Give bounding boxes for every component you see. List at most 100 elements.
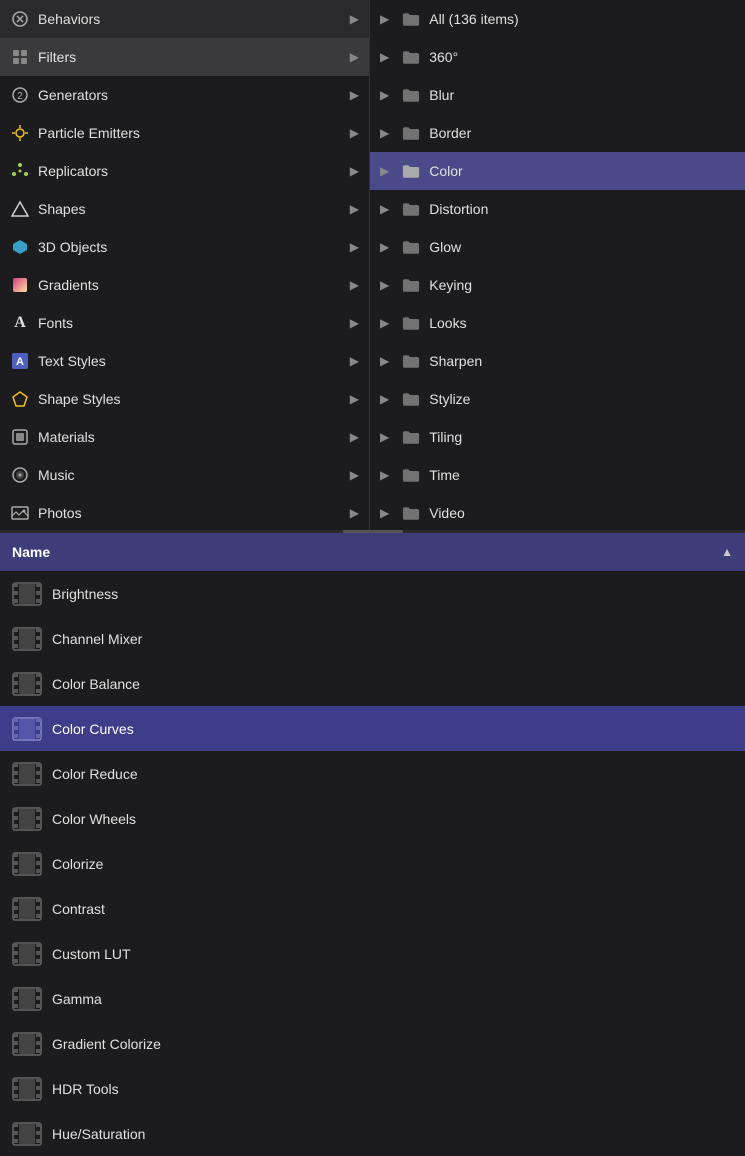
list-item-hdr-tools[interactable]: HDR Tools — [0, 1066, 745, 1111]
distortion-folder-icon — [401, 201, 421, 217]
right-item-color[interactable]: ▶ Color — [370, 152, 745, 190]
right-item-time-label: Time — [429, 467, 460, 483]
replicators-arrow: ▶ — [350, 164, 359, 178]
list-item-color-wheels[interactable]: Color Wheels — [0, 796, 745, 841]
list-item-gamma[interactable]: Gamma — [0, 976, 745, 1021]
sidebar-item-replicators-label: Replicators — [38, 163, 342, 179]
right-item-sharpen[interactable]: ▶ Sharpen — [370, 342, 745, 380]
list-item-hue-saturation[interactable]: Hue/Saturation — [0, 1111, 745, 1156]
sidebar-item-3d-objects[interactable]: 3D Objects ▶ — [0, 228, 369, 266]
sidebar-item-shape-styles-label: Shape Styles — [38, 391, 342, 407]
border-folder-icon — [401, 125, 421, 141]
sidebar-item-replicators[interactable]: Replicators ▶ — [0, 152, 369, 190]
video-folder-icon — [401, 505, 421, 521]
shape-styles-icon — [10, 389, 30, 409]
360-folder-icon — [401, 49, 421, 65]
materials-icon — [10, 427, 30, 447]
gamma-label: Gamma — [52, 991, 102, 1007]
sidebar-item-text-styles[interactable]: A Text Styles ▶ — [0, 342, 369, 380]
sidebar-item-particle-emitters[interactable]: Particle Emitters ▶ — [0, 114, 369, 152]
text-styles-arrow: ▶ — [350, 354, 359, 368]
shapes-icon — [10, 199, 30, 219]
filters-arrow: ▶ — [350, 50, 359, 64]
color-reduce-film-icon — [12, 761, 42, 787]
right-item-border[interactable]: ▶ Border — [370, 114, 745, 152]
materials-arrow: ▶ — [350, 430, 359, 444]
color-arrow: ▶ — [380, 164, 389, 178]
list-item-contrast[interactable]: Contrast — [0, 886, 745, 931]
right-item-glow-label: Glow — [429, 239, 461, 255]
color-folder-icon — [401, 163, 421, 179]
right-item-tiling[interactable]: ▶ Tiling — [370, 418, 745, 456]
stylize-folder-icon — [401, 391, 421, 407]
keying-arrow: ▶ — [380, 278, 389, 292]
sidebar-item-generators-label: Generators — [38, 87, 342, 103]
sidebar-item-shape-styles[interactable]: Shape Styles ▶ — [0, 380, 369, 418]
list-item-custom-lut[interactable]: Custom LUT — [0, 931, 745, 976]
right-item-glow[interactable]: ▶ Glow — [370, 228, 745, 266]
gradient-colorize-film-icon — [12, 1031, 42, 1057]
sidebar-item-photos[interactable]: Photos ▶ — [0, 494, 369, 530]
right-item-distortion[interactable]: ▶ Distortion — [370, 190, 745, 228]
sidebar-item-filters[interactable]: Filters ▶ — [0, 38, 369, 76]
right-item-360[interactable]: ▶ 360° — [370, 38, 745, 76]
list-item-brightness[interactable]: Brightness — [0, 571, 745, 616]
right-item-time[interactable]: ▶ Time — [370, 456, 745, 494]
sidebar-item-generators[interactable]: 2 Generators ▶ — [0, 76, 369, 114]
right-item-color-label: Color — [429, 163, 462, 179]
hue-saturation-label: Hue/Saturation — [52, 1126, 145, 1142]
text-styles-icon: A — [10, 351, 30, 371]
gamma-film-icon — [12, 986, 42, 1012]
sidebar-item-filters-label: Filters — [38, 49, 342, 65]
sidebar-item-shapes[interactable]: Shapes ▶ — [0, 190, 369, 228]
stylize-arrow: ▶ — [380, 392, 389, 406]
tiling-arrow: ▶ — [380, 430, 389, 444]
border-arrow: ▶ — [380, 126, 389, 140]
right-item-tiling-label: Tiling — [429, 429, 462, 445]
name-header[interactable]: Name ▲ — [0, 533, 745, 571]
channel-mixer-label: Channel Mixer — [52, 631, 142, 647]
bottom-panel: Name ▲ Brightness — [0, 533, 745, 1156]
colorize-film-icon — [12, 851, 42, 877]
list-item-colorize[interactable]: Colorize — [0, 841, 745, 886]
sidebar-item-music[interactable]: Music ▶ — [0, 456, 369, 494]
video-arrow: ▶ — [380, 506, 389, 520]
right-item-all[interactable]: ▶ All (136 items) — [370, 0, 745, 38]
right-item-video[interactable]: ▶ Video — [370, 494, 745, 530]
generators-icon: 2 — [10, 85, 30, 105]
right-item-keying[interactable]: ▶ Keying — [370, 266, 745, 304]
sidebar-item-fonts[interactable]: A Fonts ▶ — [0, 304, 369, 342]
svg-text:2: 2 — [17, 91, 23, 102]
photos-arrow: ▶ — [350, 506, 359, 520]
color-curves-label: Color Curves — [52, 721, 134, 737]
list-item-color-curves[interactable]: Color Curves — [0, 706, 745, 751]
sidebar-item-3d-objects-label: 3D Objects — [38, 239, 342, 255]
list-item-color-reduce[interactable]: Color Reduce — [0, 751, 745, 796]
sidebar-item-gradients[interactable]: Gradients ▶ — [0, 266, 369, 304]
right-item-video-label: Video — [429, 505, 465, 521]
sidebar-item-materials-label: Materials — [38, 429, 342, 445]
sidebar-item-photos-label: Photos — [38, 505, 342, 521]
name-header-chevron: ▲ — [721, 545, 733, 559]
sharpen-arrow: ▶ — [380, 354, 389, 368]
list-item-gradient-colorize[interactable]: Gradient Colorize — [0, 1021, 745, 1066]
right-item-blur[interactable]: ▶ Blur — [370, 76, 745, 114]
behaviors-icon — [10, 9, 30, 29]
360-arrow: ▶ — [380, 50, 389, 64]
sidebar-item-materials[interactable]: Materials ▶ — [0, 418, 369, 456]
sidebar-item-gradients-label: Gradients — [38, 277, 342, 293]
fonts-icon: A — [10, 313, 30, 333]
glow-arrow: ▶ — [380, 240, 389, 254]
list-item-channel-mixer[interactable]: Channel Mixer — [0, 616, 745, 661]
list-item-color-balance[interactable]: Color Balance — [0, 661, 745, 706]
name-header-title: Name — [12, 544, 50, 560]
gradients-arrow: ▶ — [350, 278, 359, 292]
right-item-looks[interactable]: ▶ Looks — [370, 304, 745, 342]
sidebar-item-behaviors[interactable]: Behaviors ▶ — [0, 0, 369, 38]
right-item-keying-label: Keying — [429, 277, 472, 293]
right-item-stylize[interactable]: ▶ Stylize — [370, 380, 745, 418]
sidebar-item-music-label: Music — [38, 467, 342, 483]
looks-folder-icon — [401, 315, 421, 331]
shapes-arrow: ▶ — [350, 202, 359, 216]
right-item-sharpen-label: Sharpen — [429, 353, 482, 369]
